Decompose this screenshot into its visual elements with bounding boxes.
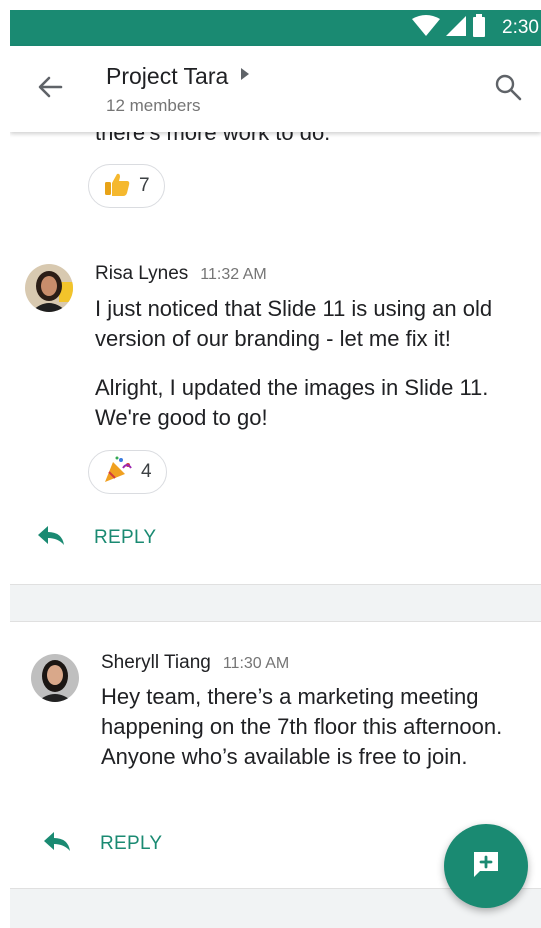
message-header: Risa Lynes 11:32 AM xyxy=(95,263,267,285)
reply-icon xyxy=(42,830,100,857)
reaction-count: 7 xyxy=(139,175,150,196)
caret-right-icon xyxy=(240,67,250,86)
signal-icon xyxy=(446,15,467,42)
reply-icon xyxy=(36,524,94,551)
thread-divider xyxy=(10,584,541,622)
conversation-header[interactable]: Project Tara 12 members xyxy=(106,63,250,116)
message-text: I just noticed that Slide 11 is using an… xyxy=(95,296,493,351)
message-header: Sheryll Tiang 11:30 AM xyxy=(101,652,289,674)
member-count: 12 members xyxy=(106,96,201,115)
party-popper-icon xyxy=(103,456,133,489)
avatar[interactable] xyxy=(25,264,73,312)
new-message-button[interactable] xyxy=(444,824,528,908)
timestamp: 11:30 AM xyxy=(222,655,290,672)
reply-button[interactable]: REPLY xyxy=(36,524,156,551)
timestamp: 11:32 AM xyxy=(200,266,267,283)
phone-screen: 2:30 Project Tara 12 members there's mor… xyxy=(10,10,541,928)
wifi-icon xyxy=(412,14,441,42)
message-text: Alright, I updated the images in Slide 1… xyxy=(95,375,489,430)
status-time: 2:30 xyxy=(502,17,539,38)
reply-label: REPLY xyxy=(100,832,163,854)
page-title: Project Tara xyxy=(106,63,229,89)
back-button[interactable] xyxy=(34,73,66,105)
reaction-chip[interactable]: 7 xyxy=(88,164,165,208)
app-bar: Project Tara 12 members xyxy=(10,46,541,132)
new-message-icon xyxy=(471,849,501,884)
status-bar: 2:30 xyxy=(10,10,541,46)
battery-icon xyxy=(472,13,486,43)
sender-name: Sheryll Tiang xyxy=(101,652,211,673)
message-text: there's more work to do. xyxy=(95,132,331,145)
search-icon xyxy=(494,73,522,106)
message-list: there's more work to do. 7 Risa Lynes 11… xyxy=(10,132,541,928)
message-text: Hey team, there’s a marketing meeting ha… xyxy=(101,684,503,769)
reply-label: REPLY xyxy=(94,526,157,548)
search-button[interactable] xyxy=(491,72,525,106)
thumbs-up-icon xyxy=(103,170,131,203)
reaction-chip[interactable]: 4 xyxy=(88,450,167,494)
back-arrow-icon xyxy=(36,73,64,106)
reaction-count: 4 xyxy=(141,461,152,482)
reply-button[interactable]: REPLY xyxy=(42,830,162,857)
avatar[interactable] xyxy=(31,654,79,702)
sender-name: Risa Lynes xyxy=(95,263,189,284)
